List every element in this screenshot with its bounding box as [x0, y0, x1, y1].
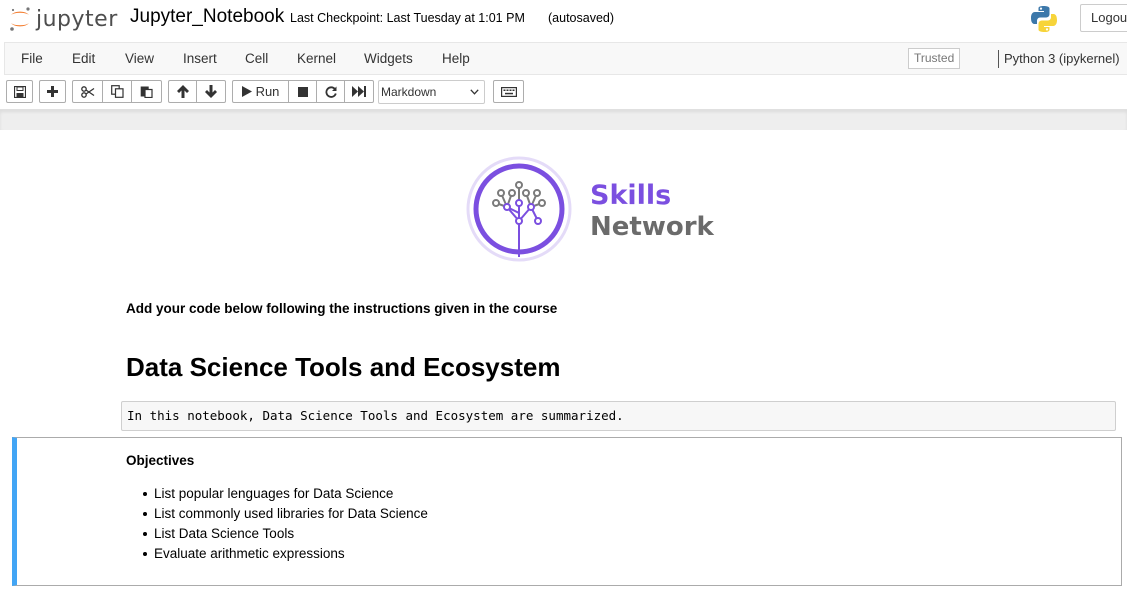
- menu-file[interactable]: File: [21, 51, 43, 66]
- notebook-name[interactable]: Jupyter_Notebook: [130, 6, 284, 28]
- jupyter-logo[interactable]: jupyter: [8, 4, 118, 34]
- run-all-button[interactable]: [344, 80, 374, 103]
- menu-view[interactable]: View: [125, 51, 154, 66]
- trusted-indicator[interactable]: Trusted: [908, 48, 961, 69]
- intro-text: Add your code below following the instru…: [126, 301, 558, 316]
- run-button[interactable]: Run: [232, 80, 289, 103]
- command-palette-button[interactable]: [493, 80, 524, 103]
- skills-network-logo: Skills Network: [466, 156, 715, 262]
- restart-icon: [325, 85, 337, 98]
- arrow-up-icon: [176, 85, 189, 98]
- menu-edit[interactable]: Edit: [72, 51, 95, 66]
- copy-icon: [110, 85, 124, 98]
- menu-help[interactable]: Help: [442, 51, 470, 66]
- stop-icon: [297, 86, 308, 97]
- list-item-text: List Data Science Tools: [154, 526, 295, 541]
- copy-button[interactable]: [102, 80, 132, 103]
- move-down-button[interactable]: [196, 80, 226, 103]
- list-item-text: Evaluate arithmetic expressions: [154, 546, 345, 561]
- scissors-icon: [80, 85, 94, 98]
- jupyter-brand-text: jupyter: [36, 6, 118, 32]
- interrupt-button[interactable]: [288, 80, 317, 103]
- kernel-name[interactable]: Python 3 (ipykernel): [1004, 51, 1120, 66]
- menubar: File Edit View Insert Cell Kernel Widget…: [4, 42, 1127, 75]
- cut-button[interactable]: [72, 80, 103, 103]
- chevron-down-icon: [470, 89, 479, 95]
- paste-icon: [140, 86, 153, 98]
- code-cell-content[interactable]: In this notebook, Data Science Tools and…: [127, 408, 624, 423]
- menu-kernel[interactable]: Kernel: [297, 51, 336, 66]
- arrow-down-icon: [205, 85, 217, 98]
- bullet-icon: [143, 512, 147, 516]
- notebook-header: jupyter Jupyter_Notebook Last Checkpoint…: [0, 0, 1127, 42]
- code-cell[interactable]: In this notebook, Data Science Tools and…: [121, 401, 1116, 431]
- move-up-button[interactable]: [168, 80, 197, 103]
- header-separator: [0, 109, 1127, 130]
- logout-button[interactable]: Logout: [1080, 4, 1127, 32]
- objectives-list: List popular lenguages for Data Science …: [143, 485, 428, 565]
- autosave-status: (autosaved): [548, 11, 615, 25]
- logo-line-skills: Skills: [590, 180, 671, 211]
- paste-button[interactable]: [131, 80, 162, 103]
- run-label: Run: [255, 84, 280, 99]
- menu-widgets[interactable]: Widgets: [364, 51, 413, 66]
- plus-icon: [47, 86, 58, 97]
- cell-type-select[interactable]: Markdown: [378, 80, 485, 104]
- fast-forward-icon: [352, 86, 366, 97]
- list-item: Evaluate arithmetic expressions: [143, 545, 428, 565]
- save-button[interactable]: [6, 80, 33, 103]
- page-title: Data Science Tools and Ecosystem: [126, 352, 561, 382]
- cell-type-value: Markdown: [381, 85, 437, 99]
- python-logo-icon: [1031, 6, 1057, 32]
- list-item: List Data Science Tools: [143, 525, 428, 545]
- add-cell-button[interactable]: [39, 80, 66, 103]
- jupyter-logo-icon: [10, 7, 30, 31]
- logo-line-network: Network: [590, 212, 715, 242]
- bullet-icon: [143, 532, 147, 536]
- menu-cell[interactable]: Cell: [245, 51, 268, 66]
- list-item: List commonly used libraries for Data Sc…: [143, 505, 428, 525]
- list-item: List popular lenguages for Data Science: [143, 485, 428, 505]
- kernel-separator: [998, 50, 999, 68]
- bullet-icon: [143, 492, 147, 496]
- bullet-icon: [143, 552, 147, 556]
- list-item-text: List popular lenguages for Data Science: [154, 486, 394, 501]
- checkpoint-status: Last Checkpoint: Last Tuesday at 1:01 PM: [290, 11, 525, 25]
- menu-insert[interactable]: Insert: [183, 51, 217, 66]
- save-icon: [13, 85, 26, 98]
- keyboard-icon: [500, 86, 517, 97]
- toolbar: Run: [0, 75, 1127, 109]
- play-icon: [241, 86, 252, 97]
- list-item-text: List commonly used libraries for Data Sc…: [154, 506, 428, 521]
- restart-button[interactable]: [316, 80, 345, 103]
- objectives-title: Objectives: [126, 453, 195, 468]
